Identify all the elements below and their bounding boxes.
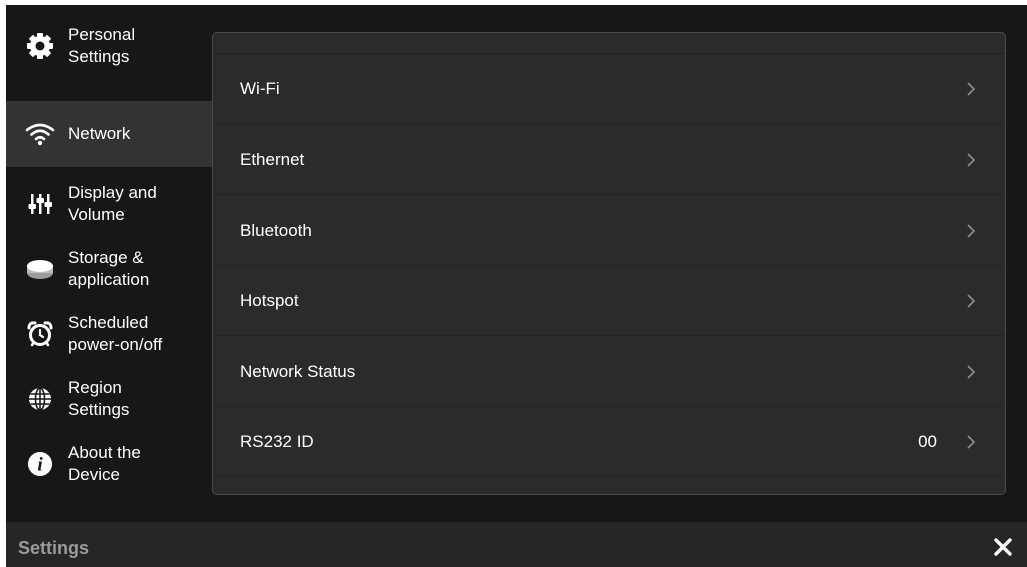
sidebar-item-label: Region Settings: [68, 378, 130, 419]
sidebar-item-display-and-volume[interactable]: Display and Volume: [6, 171, 212, 237]
row-label: Bluetooth: [240, 220, 312, 240]
sidebar-item-storage-and-application[interactable]: Storage & application: [6, 236, 212, 302]
info-icon: i: [24, 448, 56, 480]
rs232-id-value: 00: [918, 431, 937, 451]
sidebar-item-personal-settings[interactable]: Personal Settings: [6, 13, 212, 79]
wifi-icon: [24, 118, 56, 150]
svg-text:i: i: [37, 455, 43, 476]
sliders-icon: [24, 188, 56, 220]
sidebar-item-label: Personal Settings: [68, 25, 136, 66]
sidebar-item-label: Scheduled power-on/off: [68, 313, 163, 354]
network-row-network-status[interactable]: Network Status: [213, 337, 1005, 407]
sidebar-item-label: Display and Volume: [68, 183, 157, 224]
globe-icon: [24, 383, 56, 415]
close-icon[interactable]: [992, 536, 1014, 558]
sidebar-item-label: Network: [68, 124, 131, 143]
sidebar-item-about-the-device[interactable]: i About the Device: [6, 431, 212, 497]
sidebar-item-region-settings[interactable]: Region Settings: [6, 366, 212, 432]
chevron-right-icon: [967, 223, 976, 238]
sidebar-item-scheduled-power[interactable]: Scheduled power-on/off: [6, 301, 212, 367]
chevron-right-icon: [967, 152, 976, 167]
row-label: Ethernet: [240, 149, 305, 169]
network-row-hotspot[interactable]: Hotspot: [213, 266, 1005, 336]
network-row-wifi[interactable]: Wi-Fi: [213, 54, 1005, 124]
storage-icon: [24, 253, 56, 285]
row-label: Hotspot: [240, 290, 299, 310]
gear-icon: [24, 30, 56, 62]
row-label: Network Status: [240, 361, 356, 381]
row-label: RS232 ID: [240, 431, 314, 451]
sidebar-item-label: About the Device: [68, 443, 141, 484]
network-row-rs232-id[interactable]: RS232 ID 00: [213, 407, 1005, 477]
chevron-right-icon: [967, 364, 976, 379]
sidebar-item-network[interactable]: Network: [6, 101, 212, 167]
chevron-right-icon: [967, 81, 976, 96]
alarm-clock-icon: [24, 318, 56, 350]
row-label: Wi-Fi: [240, 78, 280, 98]
network-row-ethernet[interactable]: Ethernet: [213, 125, 1005, 195]
network-settings-panel: Wi-Fi Ethernet Bluetooth Hotspot Network…: [212, 32, 1006, 495]
network-row-bluetooth[interactable]: Bluetooth: [213, 196, 1005, 266]
settings-screen: Personal Settings Network Display and Vo…: [6, 5, 1027, 567]
chevron-right-icon: [967, 293, 976, 308]
page-title: Settings: [18, 538, 90, 558]
bottom-bar: Settings: [6, 522, 1027, 567]
chevron-right-icon: [967, 434, 976, 449]
sidebar-item-label: Storage & application: [68, 248, 150, 289]
sidebar: Personal Settings Network Display and Vo…: [6, 5, 212, 522]
